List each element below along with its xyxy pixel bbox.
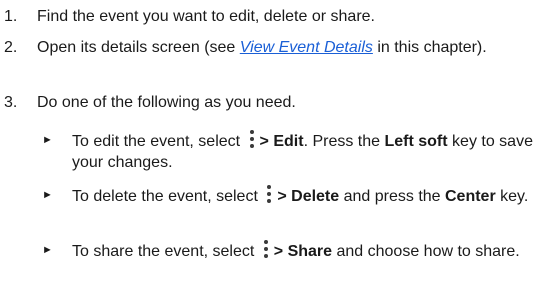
step-text: Find the event you want to edit, delete … xyxy=(37,8,375,25)
bullet-text-post: key. xyxy=(495,188,529,205)
bullet-arrow-icon: ► xyxy=(42,134,53,146)
step-number: 1. xyxy=(4,8,18,25)
step-text: Do one of the following as you need. xyxy=(37,94,296,111)
bullet-arrow-icon: ► xyxy=(42,189,53,201)
menu-action-edit: > Edit xyxy=(259,133,304,150)
more-vertical-icon xyxy=(247,130,257,150)
step-number: 3. xyxy=(4,94,18,111)
bullet-text-mid: . Press the xyxy=(303,133,385,150)
bullet-text: To delete the event, select > Delete and… xyxy=(72,185,550,207)
step-text-after: in this chapter). xyxy=(372,39,487,56)
step-text-before: Open its details screen (see xyxy=(37,39,240,56)
bullet-text-mid: and press the xyxy=(339,188,445,205)
key-center: Center xyxy=(445,188,496,205)
document-page: 1. Find the event you want to edit, dele… xyxy=(0,0,554,283)
menu-action-share: > Share xyxy=(273,243,333,260)
bullet-text-pre: To delete the event, select xyxy=(72,188,263,205)
bullet-text-pre: To edit the event, select xyxy=(72,133,245,150)
bullet-text: To edit the event, select > Edit. Press … xyxy=(72,130,550,173)
step-number: 2. xyxy=(4,39,18,56)
bullet-text-pre: To share the event, select xyxy=(72,243,259,260)
bullet-arrow-icon: ► xyxy=(42,244,53,256)
more-vertical-icon xyxy=(261,240,271,260)
key-left-soft: Left soft xyxy=(384,133,448,150)
step-text: Open its details screen (see View Event … xyxy=(37,37,545,59)
bullet-text-post: and choose how to share. xyxy=(332,243,520,260)
menu-action-delete: > Delete xyxy=(277,188,340,205)
more-vertical-icon xyxy=(264,185,274,205)
view-event-details-link[interactable]: View Event Details xyxy=(240,39,373,56)
bullet-text: To share the event, select > Share and c… xyxy=(72,240,550,262)
